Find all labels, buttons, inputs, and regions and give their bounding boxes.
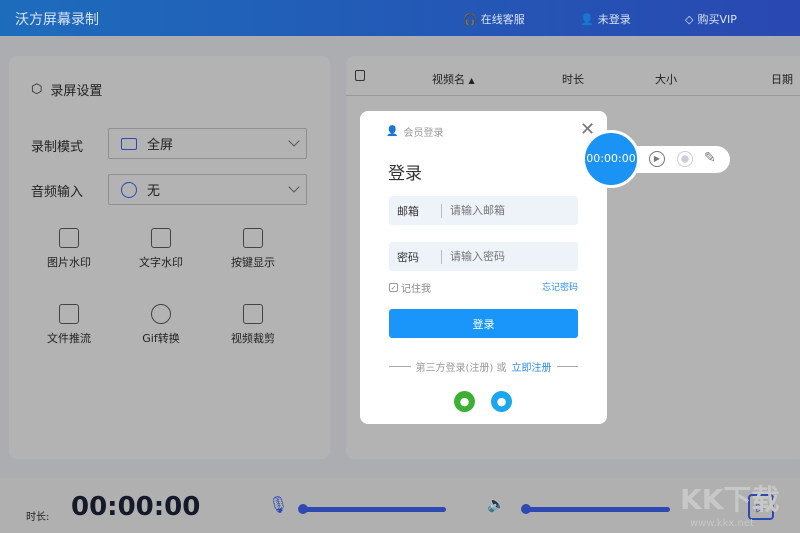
third-party-login: 第三方登录(注册) 或立即注册 — [389, 359, 579, 374]
app-header: 沃方屏幕录制 🎧 在线客服 👤 未登录 ◇ 购买VIP — [0, 0, 800, 36]
email-field: 邮箱 — [389, 196, 578, 225]
record-mode-label: 录制模式 — [31, 140, 84, 155]
text-icon — [151, 228, 171, 248]
watermark-url: www.kkx.net — [690, 518, 754, 529]
user-icon: 👤 — [386, 126, 399, 137]
chevron-down-icon — [288, 135, 300, 147]
tv-play-icon — [59, 304, 79, 324]
remember-me-checkbox[interactable]: ✓ 记住我 — [389, 280, 431, 295]
buy-vip-link[interactable]: ◇ 购买VIP — [685, 11, 737, 27]
speaker-volume-slider[interactable] — [521, 504, 670, 514]
select-all-checkbox[interactable] — [355, 70, 365, 81]
text-watermark-tool[interactable]: 文字水印 — [121, 228, 201, 270]
login-dialog: 👤会员登录 ✕ 登录 邮箱 密码 ✓记住我 忘记密码 登录 第三方登录(注册) … — [360, 111, 607, 424]
image-icon — [59, 228, 79, 248]
play-icon[interactable]: ▶ — [649, 151, 665, 167]
image-watermark-tool[interactable]: 图片水印 — [29, 228, 109, 270]
headset-icon: 🎧 — [463, 12, 477, 26]
duration-label: 时长: — [26, 512, 50, 523]
register-link[interactable]: 立即注册 — [512, 359, 552, 374]
monitor-icon — [121, 137, 137, 150]
slider-knob[interactable] — [521, 504, 531, 514]
slider-knob[interactable] — [298, 504, 308, 514]
keystroke-display-tool[interactable]: 按键显示 — [213, 228, 293, 270]
record-settings-panel: ⬡ 录屏设置 录制模式 全屏 音频输入 无 图片水印 文字水印 按键显示 文件推流… — [9, 56, 330, 459]
audio-input-select[interactable]: 无 — [108, 174, 307, 205]
app-title: 沃方屏幕录制 — [15, 12, 99, 28]
password-field: 密码 — [389, 242, 578, 271]
chevron-down-icon — [288, 181, 300, 193]
gif-convert-tool[interactable]: Gif转换 — [121, 304, 201, 346]
login-status-link[interactable]: 👤 未登录 — [580, 11, 631, 27]
pencil-icon[interactable]: ✎ — [704, 150, 716, 166]
record-mode-select[interactable]: 全屏 — [108, 128, 307, 159]
login-button[interactable]: 登录 — [389, 309, 578, 338]
duration-display: 00:00:00 — [71, 492, 201, 522]
settings-title: ⬡ 录屏设置 — [31, 82, 103, 99]
column-video-name[interactable]: 视频名 ▲ — [432, 71, 475, 87]
crop-icon — [243, 304, 263, 324]
email-input[interactable] — [441, 203, 571, 218]
video-crop-tool[interactable]: 视频裁剪 — [213, 304, 293, 346]
column-date[interactable]: 日期 — [771, 71, 793, 87]
convert-icon — [151, 304, 171, 324]
forgot-password-link[interactable]: 忘记密码 — [542, 280, 578, 293]
audio-input-label: 音频输入 — [31, 185, 84, 200]
user-icon: 👤 — [580, 12, 594, 26]
password-input[interactable] — [441, 249, 571, 264]
column-duration[interactable]: 时长 — [562, 71, 584, 87]
member-login-header: 👤 会员登录 — [386, 126, 444, 139]
recorder-timer: 00:00:00 — [582, 130, 640, 188]
stop-icon[interactable] — [677, 151, 693, 167]
keyboard-icon — [243, 228, 263, 248]
wechat-login-icon[interactable]: ● — [454, 391, 475, 412]
qq-login-icon[interactable]: ● — [491, 391, 512, 412]
disabled-icon — [121, 181, 137, 198]
diamond-icon: ◇ — [685, 12, 694, 26]
online-support-link[interactable]: 🎧 在线客服 — [463, 11, 525, 27]
column-size[interactable]: 大小 — [655, 71, 677, 87]
table-header: 视频名 ▲ 时长 大小 日期 — [346, 56, 800, 96]
checkbox-icon: ✓ — [389, 283, 398, 292]
speaker-icon[interactable]: 🔈 — [487, 495, 506, 513]
login-title: 登录 — [388, 164, 422, 184]
hexagon-settings-icon: ⬡ — [31, 82, 43, 97]
mic-volume-slider[interactable] — [298, 504, 446, 514]
microphone-icon[interactable]: 🎙 — [268, 495, 288, 514]
bottom-bar: 时长: 00:00:00 🎙 🔈 ▷ KK下载 www.kkx.net — [0, 478, 800, 533]
file-stream-tool[interactable]: 文件推流 — [29, 304, 109, 346]
watermark-logo: KK下载 — [680, 483, 780, 516]
sort-asc-icon: ▲ — [468, 76, 475, 85]
